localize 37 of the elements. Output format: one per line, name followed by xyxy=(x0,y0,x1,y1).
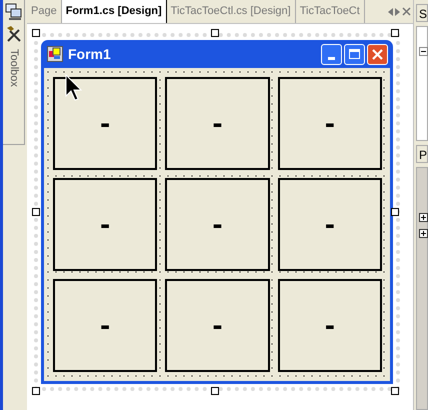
close-icon xyxy=(372,48,383,60)
document-tab[interactable]: TicTacToeCtl.cs [Design] xyxy=(166,0,296,23)
document-tab[interactable]: TicTacToeCt xyxy=(296,0,365,23)
resize-handle[interactable] xyxy=(391,387,399,395)
maximize-button[interactable] xyxy=(344,44,365,64)
resize-handle[interactable] xyxy=(211,387,219,395)
grid-cell-button[interactable]: - xyxy=(165,178,270,271)
grid-cell-button[interactable]: - xyxy=(165,77,270,170)
document-tab[interactable]: Form1.cs [Design] xyxy=(62,0,167,23)
mouse-pointer-icon xyxy=(65,74,85,102)
minimize-button[interactable] xyxy=(321,44,342,64)
scroll-left-icon[interactable] xyxy=(388,8,393,16)
resize-handle[interactable] xyxy=(391,208,399,216)
scroll-right-icon[interactable] xyxy=(395,8,400,16)
grid-cell-button[interactable]: - xyxy=(53,77,158,170)
grid-cell-button[interactable]: - xyxy=(278,279,382,372)
panel-header: S xyxy=(416,4,428,22)
expand-icon[interactable] xyxy=(419,213,428,222)
grid-cell-button[interactable]: - xyxy=(165,279,270,372)
close-icon[interactable] xyxy=(402,7,411,16)
expand-icon[interactable] xyxy=(419,229,428,238)
resize-handle[interactable] xyxy=(32,387,40,395)
resize-handle[interactable] xyxy=(391,29,399,37)
form-icon xyxy=(47,46,63,62)
resize-handle[interactable] xyxy=(211,29,219,37)
grid-cell-button[interactable]: - xyxy=(53,279,158,372)
grid-cell-button[interactable]: - xyxy=(278,178,382,271)
grid-cell-button[interactable]: - xyxy=(53,178,158,271)
panel-header: P xyxy=(416,145,428,163)
resize-handle[interactable] xyxy=(32,208,40,216)
toolbox-tab[interactable]: Toolbox xyxy=(5,49,22,87)
close-button[interactable] xyxy=(367,44,388,64)
computer-icon[interactable] xyxy=(4,3,22,21)
grid-cell-button[interactable]: - xyxy=(278,77,382,170)
window-title: Form1 xyxy=(68,44,111,64)
resize-handle[interactable] xyxy=(32,29,40,37)
collapse-icon[interactable] xyxy=(419,47,428,56)
